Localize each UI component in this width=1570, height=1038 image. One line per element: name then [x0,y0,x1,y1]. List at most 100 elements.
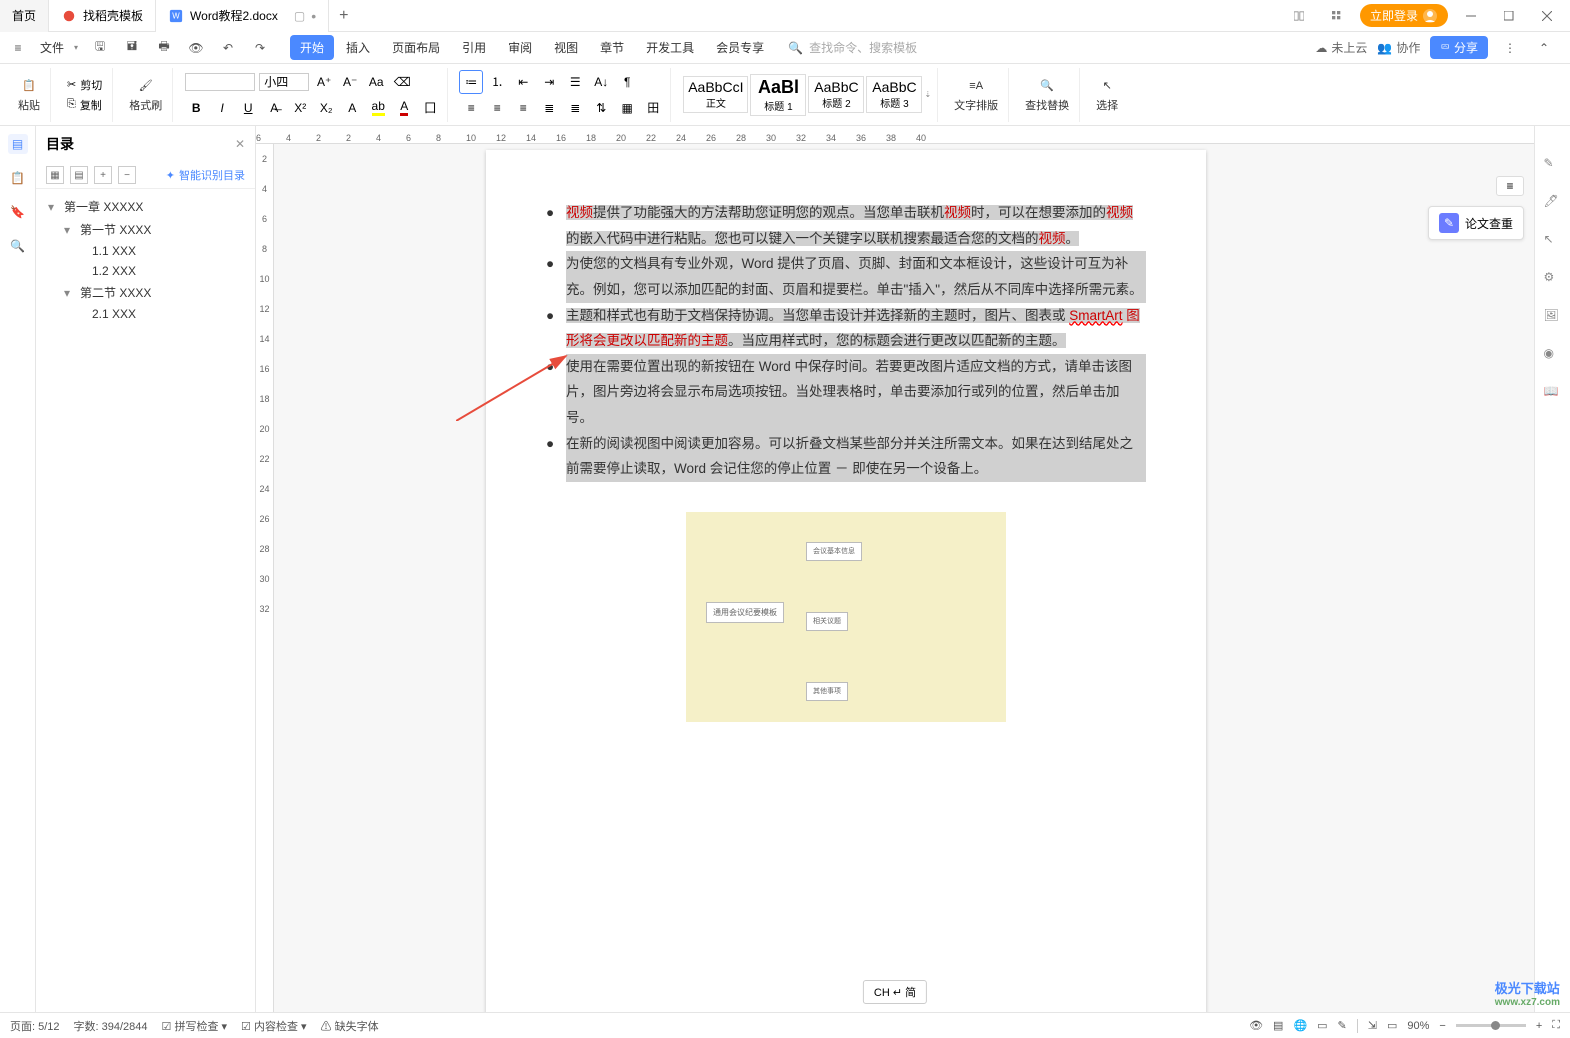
tab-layout[interactable]: 页面布局 [382,35,450,60]
sort-icon[interactable]: A↓ [590,71,612,93]
find-replace-button[interactable]: 🔍 查找替换 [1021,75,1073,115]
style-heading1[interactable]: AaBl标题 1 [750,74,806,116]
select-tool-icon[interactable]: ↖ [1544,232,1562,250]
bullets-button[interactable]: ≔ [460,71,482,93]
layout-icon[interactable] [1284,1,1314,31]
tab-menu-icon[interactable]: ▢ [294,9,305,23]
strike-button[interactable]: A̶ [263,97,285,119]
toc-item[interactable]: 2.1 XXX [40,304,251,324]
line-spacing-button[interactable]: ⇅ [590,97,612,119]
text-layout-button[interactable]: ≡A 文字排版 [950,75,1002,115]
zoom-slider[interactable] [1456,1024,1526,1027]
zoom-out-button[interactable]: ▭ [1387,1019,1397,1032]
location-icon[interactable]: ◉ [1544,346,1562,364]
word-count[interactable]: 字数: 394/2844 [74,1018,148,1034]
eye-icon[interactable]: 👁 [1249,1019,1263,1032]
view-outline-icon[interactable]: ▭ [1317,1019,1327,1032]
decrease-font-icon[interactable]: A⁻ [339,71,361,93]
increase-font-icon[interactable]: A⁺ [313,71,335,93]
bold-button[interactable]: B [185,97,207,119]
annotate-icon[interactable]: ✎ [1338,1019,1347,1032]
cloud-status[interactable]: ☁ 未上云 [1315,39,1367,56]
fullscreen-icon[interactable]: ⛶ [1552,1019,1560,1032]
embedded-image[interactable]: 通用会议纪要模板 会议基本信息 相关议题 其他事项 [686,512,1006,722]
tab-view[interactable]: 视图 [544,35,588,60]
outline-icon[interactable]: ▤ [8,134,28,154]
document-page[interactable]: ●视频提供了功能强大的方法帮助您证明您的观点。当您单击联机视频时，可以在想要添加… [486,150,1206,1012]
fit-icon[interactable]: ⇲ [1368,1019,1377,1032]
close-icon[interactable]: ✕ [235,137,245,151]
thesis-check-button[interactable]: ✎ 论文查重 [1428,206,1524,240]
undo-icon[interactable]: ↶ [216,36,240,60]
superscript-button[interactable]: X² [289,97,311,119]
cut-button[interactable]: ✂剪切 [63,76,106,94]
content-check-toggle[interactable]: ☑ 内容检查 ▾ [241,1018,307,1034]
style-normal[interactable]: AaBbCcI正文 [683,76,748,113]
spell-check-toggle[interactable]: ☑ 拼写检查 ▾ [162,1018,228,1034]
select-button[interactable]: ↖ 选择 [1092,75,1122,115]
toc-item[interactable]: ▾第一节 XXXX [40,218,251,241]
search-panel-icon[interactable]: 🔍 [8,236,28,256]
tab-review[interactable]: 审阅 [498,35,542,60]
numbering-button[interactable]: ⒈ [486,71,508,93]
italic-button[interactable]: I [211,97,233,119]
zoom-level[interactable]: 90% [1407,1020,1429,1032]
style-icon[interactable]: ✎ [1544,156,1562,174]
align-justify-button[interactable]: ≣ [538,97,560,119]
font-size-select[interactable] [259,73,309,91]
smart-toc-button[interactable]: ✦ 智能识别目录 [166,167,245,183]
save-icon[interactable]: 🖫 [88,36,112,60]
copy-button[interactable]: ⎘复制 [63,96,106,114]
image-icon[interactable]: 🖼 [1544,308,1562,326]
subscript-button[interactable]: X₂ [315,97,337,119]
borders-button[interactable]: 田 [642,97,664,119]
font-color-button[interactable]: A [393,97,415,119]
clear-format-icon[interactable]: ⌫ [391,71,413,93]
view-page-icon[interactable]: ▤ [1273,1019,1283,1032]
tab-references[interactable]: 引用 [452,35,496,60]
collapse-ribbon-icon[interactable]: ⌃ [1532,36,1556,60]
tab-templates[interactable]: 找稻壳模板 [49,0,156,32]
tab-start[interactable]: 开始 [290,35,334,60]
close-button[interactable] [1532,1,1562,31]
redo-icon[interactable]: ↷ [248,36,272,60]
format-painter-button[interactable]: 🖌 格式刷 [125,75,166,115]
nav-tool-add[interactable]: + [94,166,112,184]
print-preview-icon[interactable]: 👁 [184,36,208,60]
save-as-icon[interactable]: 🖬 [120,36,144,60]
text-effects-icon[interactable]: A [341,97,363,119]
zoom-plus[interactable]: + [1536,1020,1542,1032]
distribute-button[interactable]: ≣ [564,97,586,119]
underline-button[interactable]: U [237,97,259,119]
collab-button[interactable]: 👥 协作 [1377,39,1420,56]
toc-item[interactable]: 1.2 XXX [40,261,251,281]
zoom-minus[interactable]: − [1439,1020,1445,1032]
paste-button[interactable]: 📋 粘贴 [14,75,44,115]
document-body[interactable]: ●视频提供了功能强大的方法帮助您证明您的观点。当您单击联机视频时，可以在想要添加… [546,200,1146,722]
tab-home[interactable]: 首页 [0,0,49,32]
clipboard-icon[interactable]: 📋 [8,168,28,188]
styles-more-icon[interactable]: ⇣ [924,90,931,99]
chevron-down-icon[interactable]: ▾ [74,43,78,52]
command-search[interactable]: 🔍 查找命令、搜索模板 [788,39,917,56]
show-marks-icon[interactable]: ¶ [616,71,638,93]
nav-tool-1[interactable]: ▦ [46,166,64,184]
increase-indent-button[interactable]: ⇥ [538,71,560,93]
more-icon[interactable]: ⋮ [1498,36,1522,60]
style-heading2[interactable]: AaBbC标题 2 [808,76,864,113]
document-canvas[interactable]: 642246810121416182022242628303234363840 … [256,126,1534,1012]
close-icon[interactable]: • [311,8,316,24]
login-button[interactable]: 立即登录 [1360,4,1448,27]
style-heading3[interactable]: AaBbC标题 3 [866,76,922,113]
align-left-button[interactable]: ≡ [460,97,482,119]
text-direction-icon[interactable]: ☰ [564,71,586,93]
menu-icon[interactable]: ≡ [6,36,30,60]
file-menu[interactable]: 文件 [32,39,72,56]
tab-vip[interactable]: 会员专享 [706,35,774,60]
align-right-button[interactable]: ≡ [512,97,534,119]
highlight-button[interactable]: ab [367,97,389,119]
tab-chapter[interactable]: 章节 [590,35,634,60]
share-button[interactable]: ⮹ 分享 [1430,36,1488,59]
maximize-button[interactable] [1494,1,1524,31]
horizontal-ruler[interactable]: 642246810121416182022242628303234363840 [256,126,1534,144]
